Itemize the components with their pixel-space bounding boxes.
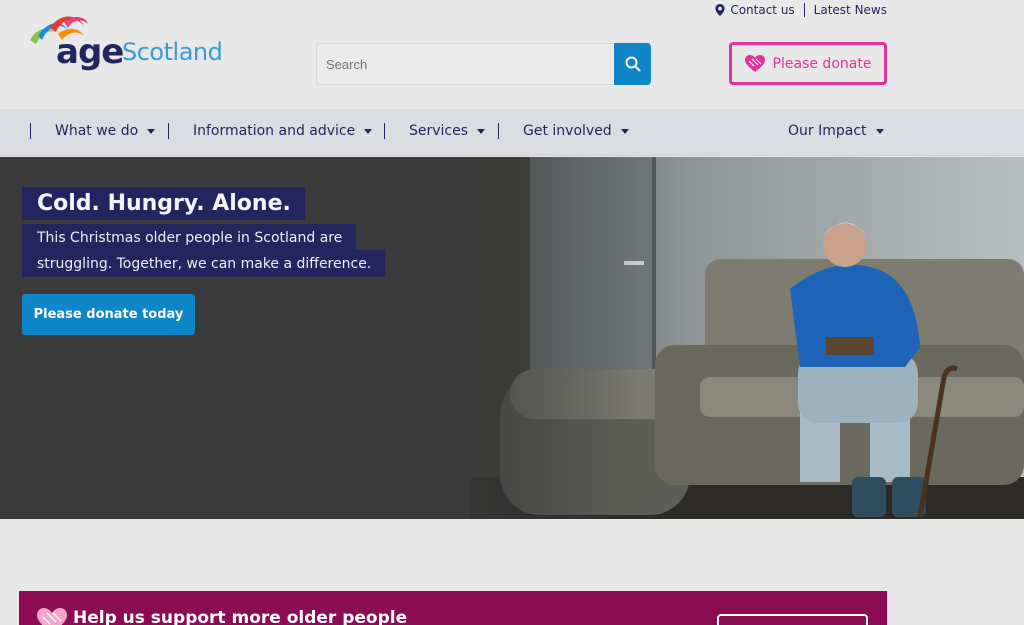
main-navigation: What we do Information and advice Servic… xyxy=(0,109,1024,156)
nav-item-what-we-do[interactable]: What we do xyxy=(55,123,156,139)
age-scotland-logo[interactable]: age Scotland xyxy=(28,14,228,76)
support-banner: Help us support more older people xyxy=(19,591,887,625)
nav-item-label: Get involved xyxy=(523,123,612,139)
logo-age-text: age xyxy=(56,32,124,72)
nav-item-label: Our Impact xyxy=(788,123,867,139)
nav-divider xyxy=(30,123,31,139)
nav-divider xyxy=(384,123,385,139)
caret-down-icon xyxy=(875,129,884,134)
nav-item-services[interactable]: Services xyxy=(409,123,486,139)
please-donate-label: Please donate xyxy=(772,55,872,72)
heart-icon xyxy=(744,54,765,72)
utility-separator xyxy=(803,3,805,17)
latest-news-link[interactable]: Latest News xyxy=(814,3,887,17)
hero-title: Cold. Hungry. Alone. xyxy=(22,187,305,220)
contact-us-link[interactable]: Contact us xyxy=(730,3,794,17)
nav-item-label: What we do xyxy=(55,123,139,139)
caret-down-icon xyxy=(364,129,373,134)
location-pin-icon xyxy=(715,4,725,16)
utility-links: Contact us Latest News xyxy=(715,3,887,17)
search-input[interactable] xyxy=(316,43,615,85)
banner-title: Help us support more older people xyxy=(73,608,408,625)
nav-item-label: Information and advice xyxy=(193,123,356,139)
nav-item-our-impact[interactable]: Our Impact xyxy=(788,123,884,139)
nav-divider xyxy=(498,123,499,139)
hero-subtitle: This Christmas older people in Scotland … xyxy=(22,224,386,277)
nav-divider xyxy=(168,123,169,139)
heart-icon xyxy=(37,608,67,625)
nav-item-label: Services xyxy=(409,123,469,139)
please-donate-button[interactable]: Please donate xyxy=(729,42,887,85)
caret-down-icon xyxy=(147,129,156,134)
donate-today-button[interactable]: Please donate today xyxy=(22,294,195,335)
caret-down-icon xyxy=(477,129,486,134)
nav-item-get-involved[interactable]: Get involved xyxy=(523,123,629,139)
banner-button[interactable] xyxy=(717,614,868,625)
hero-banner: Cold. Hungry. Alone. This Christmas olde… xyxy=(0,157,1024,519)
hero-subtitle-wrapper: This Christmas older people in Scotland … xyxy=(22,224,402,277)
search-button[interactable] xyxy=(614,43,651,85)
nav-item-information-and-advice[interactable]: Information and advice xyxy=(193,123,373,139)
search-icon xyxy=(625,56,640,72)
logo-scotland-text: Scotland xyxy=(122,38,223,66)
caret-down-icon xyxy=(620,129,629,134)
